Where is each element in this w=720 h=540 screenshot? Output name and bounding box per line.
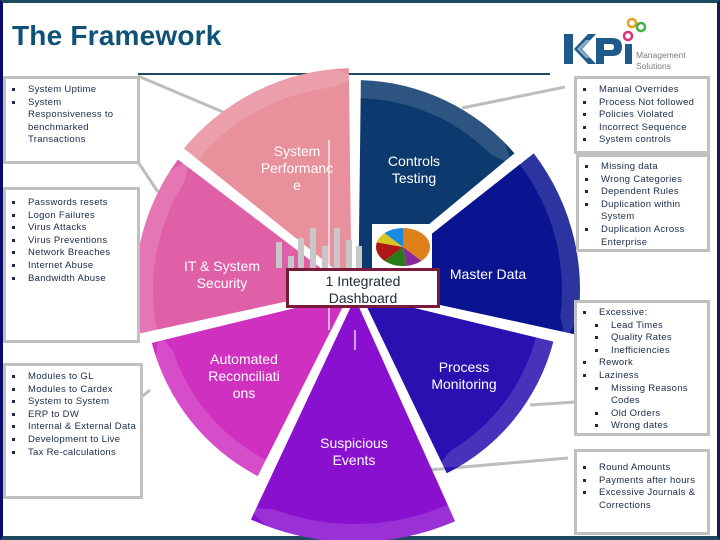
bullet-item: Modules to Cardex [6,384,140,397]
bullet-list: Passwords resets Logon Failures Virus Atta… [6,197,137,285]
bar-icon-bar [356,246,362,268]
bullet-item: Bandwidth Abuse [6,273,137,286]
bullet-item: Old Orders [577,408,707,421]
bullet-item: System to System [6,396,140,409]
bullet-item: Inefficiencies [577,345,707,358]
connector-it-security [136,161,160,193]
dashboard-line-1: 1 Integrated [325,273,401,289]
bullet-item: Wrong Categories [579,174,707,187]
panel-reconciliations: Modules to GL Modules to Cardex System to … [3,363,143,499]
bullet-item: Rework [577,357,707,370]
segment-label-master-data: Master Data [449,266,527,282]
bullet-item: System Responsiveness to benchmarked Tra… [6,97,137,147]
bullet-item: Internal & External Data [6,421,140,434]
bullet-item: Network Breaches [6,247,137,260]
bullet-item: Process Not followed [577,97,707,110]
dashboard-line-2: Dashboard [328,290,398,306]
connector-controls [461,85,566,110]
integrated-dashboard-box: 1 Integrated Dashboard [286,268,440,308]
segment-label-it-system-security: IT & System Security [184,258,260,291]
bullet-item: Manual Overrides [577,84,707,97]
bullet-item: Policies Violated [577,109,707,122]
connector-system-performance [137,74,231,117]
bullet-item: Round Amounts [577,462,707,475]
bullet-item: Modules to GL [6,371,140,384]
bullet-list: Excessive: Lead Times Quality Rates Ineffic… [577,307,707,433]
pie-chart-icon [372,224,432,268]
bullet-item: Virus Attacks [6,222,137,235]
bar-icon-bar [322,246,328,268]
bullet-list: Missing data Wrong Categories Dependent Ru… [579,161,707,249]
bullet-item: Development to Live [6,434,140,447]
bullet-item: Virus Preventions [6,235,137,248]
segment-label-suspicious-events: Suspicious Events [320,435,388,468]
bullet-item: System controls [577,134,707,147]
panel-it-security: Passwords resets Logon Failures Virus Atta… [3,187,140,343]
bullet-item: System Uptime [6,84,137,97]
bar-icon-bar [334,228,340,268]
segment-label-controls-testing: Controls Testing [387,153,441,186]
bullet-item: Excessive Journals & Corrections [577,487,707,512]
bullet-item: Quality Rates [577,332,707,345]
connector-process [529,400,576,407]
panel-suspicious-events: Round Amounts Payments after hours Excessi… [574,449,710,535]
bullet-item: Payments after hours [577,475,707,488]
panel-system-performance: System Uptime System Responsiveness to be… [3,76,140,164]
bullet-list: Modules to GL Modules to Cardex System to … [6,371,140,459]
bullet-item: Wrong dates [577,420,707,433]
bullet-list: Round Amounts Payments after hours Excessi… [577,462,707,512]
bullet-item: Tax Re-calculations [6,447,140,460]
segment-label-system-performance: System Performanc e [260,143,334,193]
bullet-item: Duplication Across Enterprise [579,224,707,249]
bullet-item: Incorrect Sequence [577,122,707,135]
segment-label-process-monitoring: Process Monitoring [431,359,497,392]
bar-icon-bar [346,240,352,268]
bullet-item: Dependent Rules [579,186,707,199]
bar-icon-bar [288,256,294,268]
bullet-item: ERP to DW [6,409,140,422]
bullet-item: Excessive: [577,307,707,320]
bullet-item: Lead Times [577,320,707,333]
bar-icon-bar [298,238,304,268]
bullet-item: Missing Reasons Codes [577,383,707,408]
bullet-list: Manual Overrides Process Not followed Poli… [577,84,707,147]
bullet-list: System Uptime System Responsiveness to be… [6,84,137,147]
bullet-item: Laziness [577,370,707,383]
bullet-item: Internet Abuse [6,260,137,273]
panel-process-monitoring: Excessive: Lead Times Quality Rates Ineffic… [574,300,710,436]
bullet-item: Missing data [579,161,707,174]
panel-master-data: Missing data Wrong Categories Dependent Ru… [576,154,710,252]
panel-controls-testing: Manual Overrides Process Not followed Poli… [574,76,710,154]
bar-icon-bar [276,242,282,268]
segment-label-automated-reconciliations: Automated Reconciliati ons [208,351,280,401]
bullet-item: Passwords resets [6,197,137,210]
bullet-item: Logon Failures [6,210,137,223]
bullet-item: Duplication within System [579,199,707,224]
bar-icon-bar [310,228,316,268]
